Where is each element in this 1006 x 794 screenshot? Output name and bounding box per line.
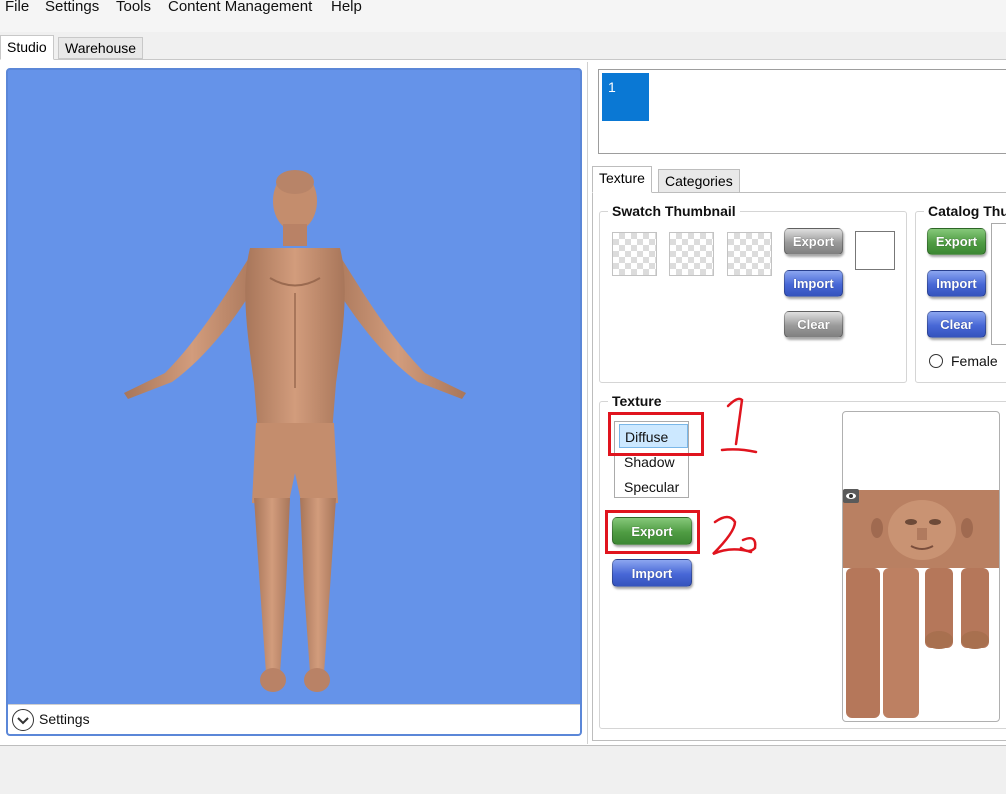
catalog-thumbnail-preview bbox=[991, 223, 1006, 345]
viewport-settings-bar: Settings bbox=[8, 704, 580, 734]
panel-splitter[interactable] bbox=[587, 62, 588, 744]
menu-settings[interactable]: Settings bbox=[45, 0, 99, 17]
3d-viewport[interactable]: Settings bbox=[6, 68, 582, 736]
texture-group-title: Texture bbox=[608, 393, 666, 409]
swatch-clear-button[interactable]: Clear bbox=[784, 311, 843, 338]
catalog-export-button[interactable]: Export bbox=[927, 228, 986, 255]
annotation-box-diffuse bbox=[608, 412, 704, 456]
character-model bbox=[124, 170, 466, 692]
swatch-thumbnail-title: Swatch Thumbnail bbox=[608, 203, 740, 219]
swatch-thumbnail-1[interactable] bbox=[612, 232, 657, 276]
menu-help[interactable]: Help bbox=[331, 0, 362, 17]
tab-texture[interactable]: Texture bbox=[592, 166, 652, 193]
menu-content-management[interactable]: Content Management bbox=[168, 0, 312, 17]
texture-map-image bbox=[843, 490, 999, 718]
female-label: Female bbox=[951, 353, 998, 369]
eye-icon[interactable] bbox=[843, 489, 859, 503]
viewport-settings-label[interactable]: Settings bbox=[39, 711, 90, 727]
annotation-step-2 bbox=[712, 515, 757, 556]
swatch-thumbnail-3[interactable] bbox=[727, 232, 772, 276]
annotation-step-1 bbox=[720, 397, 758, 454]
texture-preview bbox=[842, 411, 1000, 722]
tab-studio[interactable]: Studio bbox=[0, 35, 54, 60]
menu-file[interactable]: File bbox=[5, 0, 29, 17]
tab-strip-line bbox=[0, 59, 1006, 60]
swatch-list-item[interactable]: 1 bbox=[602, 73, 649, 121]
swatch-thumbnail-2[interactable] bbox=[669, 232, 714, 276]
chevron-down-icon[interactable] bbox=[12, 709, 34, 731]
catalog-clear-button[interactable]: Clear bbox=[927, 311, 986, 338]
female-radio[interactable] bbox=[929, 354, 943, 368]
catalog-import-button[interactable]: Import bbox=[927, 270, 986, 297]
catalog-thumbnail-title: Catalog Thu bbox=[924, 203, 1006, 219]
annotation-box-export bbox=[605, 510, 700, 554]
menu-bar: File Settings Tools Content Management H… bbox=[0, 0, 1006, 32]
status-bar bbox=[0, 746, 1006, 794]
texture-option-specular[interactable]: Specular bbox=[619, 475, 688, 499]
texture-import-button[interactable]: Import bbox=[612, 559, 692, 587]
tab-warehouse[interactable]: Warehouse bbox=[58, 37, 144, 59]
swatch-color-box[interactable] bbox=[855, 231, 895, 270]
tab-categories[interactable]: Categories bbox=[658, 169, 740, 193]
swatch-import-button[interactable]: Import bbox=[784, 270, 843, 297]
swatch-export-button[interactable]: Export bbox=[784, 228, 843, 255]
menu-tools[interactable]: Tools bbox=[116, 0, 151, 17]
swatch-list: 1 bbox=[598, 69, 1006, 154]
